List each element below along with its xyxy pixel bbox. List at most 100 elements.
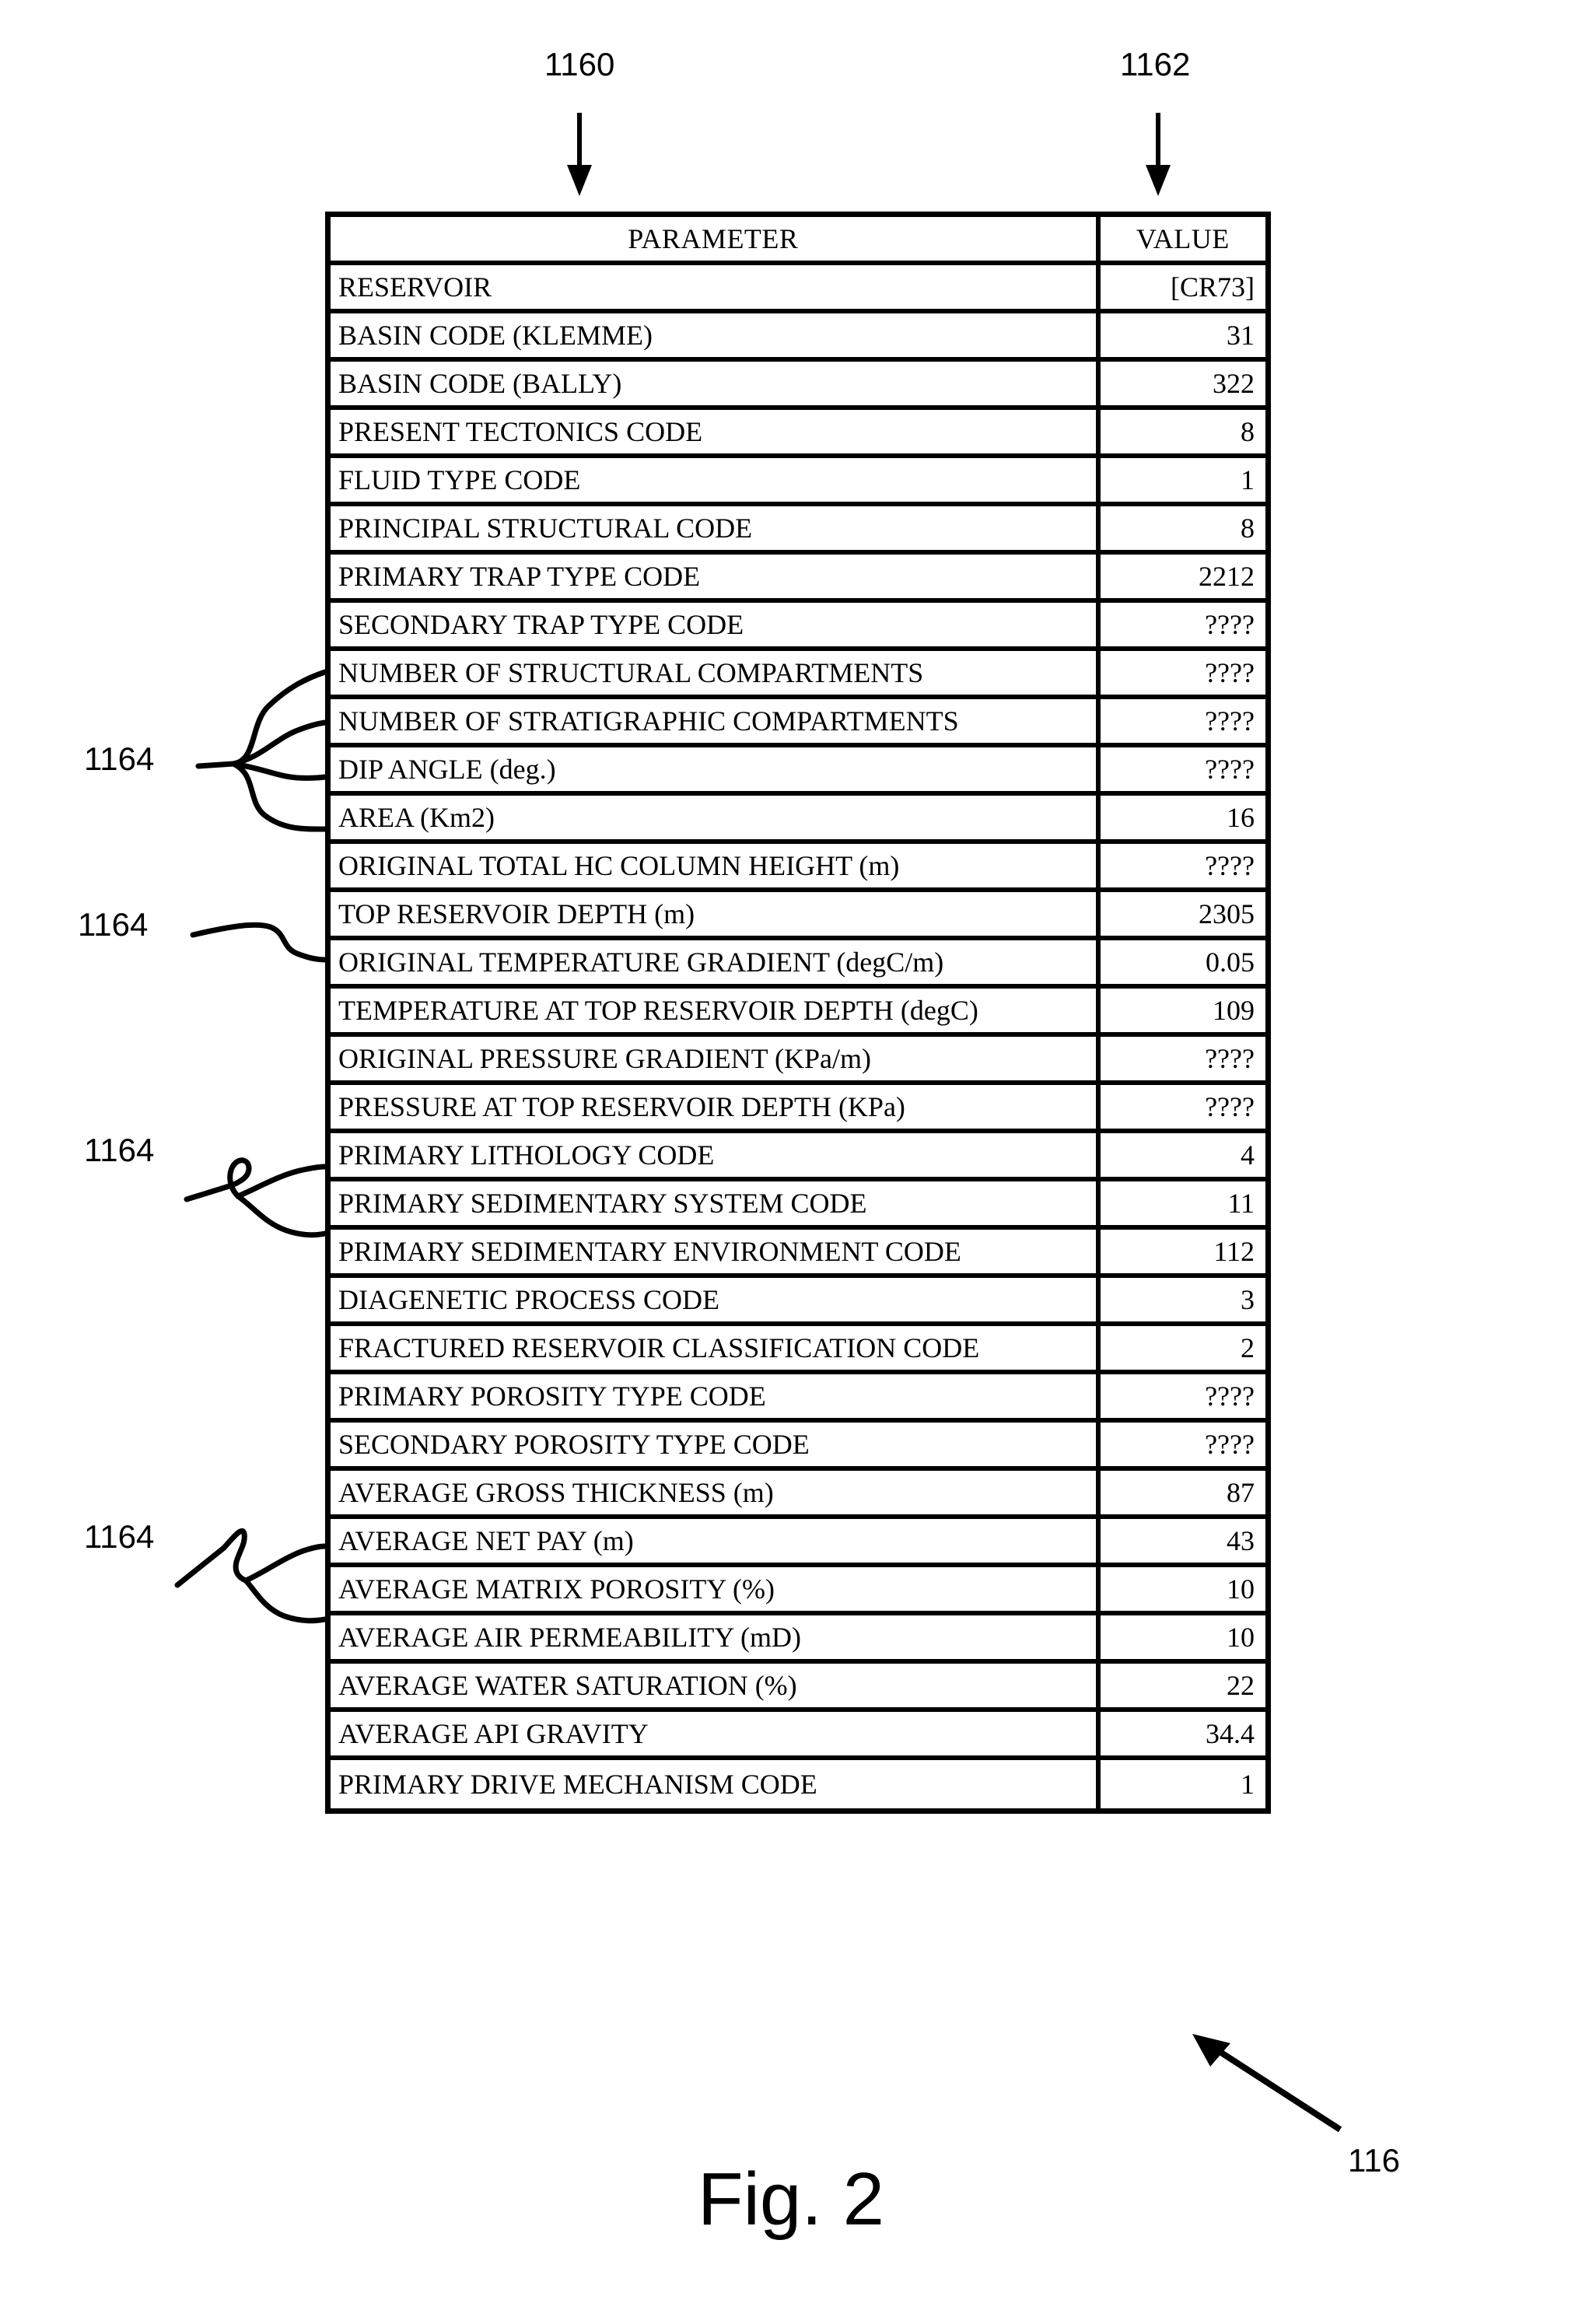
row-value: 4 [1100, 1133, 1265, 1181]
row-value: [CR73] [1100, 265, 1265, 313]
table-row: TOP RESERVOIR DEPTH (m) 2305 [331, 892, 1265, 940]
table-row: PRESENT TECTONICS CODE 8 [331, 410, 1265, 458]
callout-label-1164-group-2: 1164 [78, 906, 149, 943]
row-parameter-label: TEMPERATURE AT TOP RESERVOIR DEPTH (degC… [331, 989, 1101, 1037]
row-value: ???? [1100, 1423, 1265, 1471]
row-parameter-label: ORIGINAL TEMPERATURE GRADIENT (degC/m) [331, 940, 1101, 989]
row-parameter-label: PRIMARY POROSITY TYPE CODE [331, 1374, 1101, 1423]
row-parameter-label: SECONDARY TRAP TYPE CODE [331, 603, 1101, 651]
table-row: AVERAGE API GRAVITY 34.4 [331, 1712, 1265, 1760]
callout-label-1164-group-4: 1164 [84, 1518, 155, 1555]
row-parameter-label: TOP RESERVOIR DEPTH (m) [331, 892, 1101, 940]
table-row: AVERAGE NET PAY (m) 43 [331, 1519, 1265, 1567]
table-row: PRIMARY POROSITY TYPE CODE ???? [331, 1374, 1265, 1423]
table-row: BASIN CODE (KLEMME) 31 [331, 313, 1265, 362]
row-value: 322 [1100, 362, 1265, 410]
row-value: 22 [1100, 1664, 1265, 1712]
row-value: ???? [1100, 603, 1265, 651]
row-parameter-label: DIAGENETIC PROCESS CODE [331, 1278, 1101, 1326]
table-row: SECONDARY POROSITY TYPE CODE ???? [331, 1423, 1265, 1471]
row-value: 2305 [1100, 892, 1265, 940]
table-row: AVERAGE WATER SATURATION (%) 22 [331, 1664, 1265, 1712]
table-row: ORIGINAL PRESSURE GRADIENT (KPa/m) ???? [331, 1037, 1265, 1085]
row-value: 11 [1100, 1181, 1265, 1230]
row-parameter-label: BASIN CODE (BALLY) [331, 362, 1101, 410]
table-row: NUMBER OF STRUCTURAL COMPARTMENTS ???? [331, 651, 1265, 699]
table-row: PRESSURE AT TOP RESERVOIR DEPTH (KPa) ??… [331, 1085, 1265, 1133]
row-parameter-label: PRIMARY DRIVE MECHANISM CODE [331, 1760, 1101, 1808]
row-parameter-label: RESERVOIR [331, 265, 1101, 313]
row-value: 2212 [1100, 555, 1265, 603]
table-row: AVERAGE GROSS THICKNESS (m) 87 [331, 1471, 1265, 1519]
row-value: ???? [1100, 1374, 1265, 1423]
callout-label-1162: 1162 [1120, 46, 1191, 82]
row-parameter-label: AVERAGE AIR PERMEABILITY (mD) [331, 1615, 1101, 1664]
row-parameter-label: AVERAGE API GRAVITY [331, 1712, 1101, 1760]
row-parameter-label: AVERAGE WATER SATURATION (%) [331, 1664, 1101, 1712]
row-value: 16 [1100, 796, 1265, 844]
row-parameter-label: SECONDARY POROSITY TYPE CODE [331, 1423, 1101, 1471]
arrow-116 [1192, 2034, 1342, 2133]
table-row: ORIGINAL TEMPERATURE GRADIENT (degC/m) 0… [331, 940, 1265, 989]
leader-1164-group-1 [195, 669, 328, 832]
leader-1164-group-4 [174, 1528, 328, 1624]
row-parameter-label: PRESENT TECTONICS CODE [331, 410, 1101, 458]
header-cell-value: VALUE [1100, 217, 1265, 265]
row-parameter-label: AREA (Km2) [331, 796, 1101, 844]
table-row: RESERVOIR [CR73] [331, 265, 1265, 313]
row-parameter-label: PRESSURE AT TOP RESERVOIR DEPTH (KPa) [331, 1085, 1101, 1133]
table-body: PARAMETER VALUE RESERVOIR [CR73] BASIN C… [331, 217, 1265, 1808]
row-value: ???? [1100, 1085, 1265, 1133]
row-parameter-label: AVERAGE MATRIX POROSITY (%) [331, 1567, 1101, 1615]
row-parameter-label: FRACTURED RESERVOIR CLASSIFICATION CODE [331, 1326, 1101, 1374]
table-row: AVERAGE MATRIX POROSITY (%) 10 [331, 1567, 1265, 1615]
row-value: 43 [1100, 1519, 1265, 1567]
row-value: 3 [1100, 1278, 1265, 1326]
row-value: 2 [1100, 1326, 1265, 1374]
row-value: 87 [1100, 1471, 1265, 1519]
row-value: ???? [1100, 699, 1265, 747]
row-parameter-label: PRIMARY TRAP TYPE CODE [331, 555, 1101, 603]
row-parameter-label: PRIMARY LITHOLOGY CODE [331, 1133, 1101, 1181]
row-value: 112 [1100, 1230, 1265, 1278]
table-row: PRIMARY SEDIMENTARY SYSTEM CODE 11 [331, 1181, 1265, 1230]
row-parameter-label: BASIN CODE (KLEMME) [331, 313, 1101, 362]
table-row: PRIMARY LITHOLOGY CODE 4 [331, 1133, 1265, 1181]
table-row: BASIN CODE (BALLY) 322 [331, 362, 1265, 410]
row-value: 109 [1100, 989, 1265, 1037]
row-value: ???? [1100, 747, 1265, 796]
row-parameter-label: AVERAGE GROSS THICKNESS (m) [331, 1471, 1101, 1519]
row-parameter-label: FLUID TYPE CODE [331, 458, 1101, 506]
row-parameter-label: ORIGINAL TOTAL HC COLUMN HEIGHT (m) [331, 844, 1101, 892]
row-value: 8 [1100, 506, 1265, 555]
parameter-value-table: PARAMETER VALUE RESERVOIR [CR73] BASIN C… [325, 212, 1271, 1814]
row-value: 10 [1100, 1615, 1265, 1664]
arrow-1160 [567, 113, 592, 196]
arrow-1162 [1146, 113, 1171, 196]
table-row: PRIMARY SEDIMENTARY ENVIRONMENT CODE 112 [331, 1230, 1265, 1278]
row-parameter-label: NUMBER OF STRATIGRAPHIC COMPARTMENTS [331, 699, 1101, 747]
header-cell-parameter: PARAMETER [331, 217, 1101, 265]
table-row: TEMPERATURE AT TOP RESERVOIR DEPTH (degC… [331, 989, 1265, 1037]
row-parameter-label: PRIMARY SEDIMENTARY SYSTEM CODE [331, 1181, 1101, 1230]
row-value: 0.05 [1100, 940, 1265, 989]
table-row: AVERAGE AIR PERMEABILITY (mD) 10 [331, 1615, 1265, 1664]
row-value: 1 [1100, 458, 1265, 506]
row-value: 34.4 [1100, 1712, 1265, 1760]
table-row: PRIMARY TRAP TYPE CODE 2212 [331, 555, 1265, 603]
figure-caption: Fig. 2 [697, 2158, 885, 2241]
table-row: FLUID TYPE CODE 1 [331, 458, 1265, 506]
leader-1164-group-3 [184, 1157, 328, 1238]
row-parameter-label: AVERAGE NET PAY (m) [331, 1519, 1101, 1567]
row-value: 8 [1100, 410, 1265, 458]
row-value: 1 [1100, 1760, 1265, 1808]
row-parameter-label: ORIGINAL PRESSURE GRADIENT (KPa/m) [331, 1037, 1101, 1085]
row-value: ???? [1100, 1037, 1265, 1085]
table-row: SECONDARY TRAP TYPE CODE ???? [331, 603, 1265, 651]
row-parameter-label: PRIMARY SEDIMENTARY ENVIRONMENT CODE [331, 1230, 1101, 1278]
row-parameter-label: PRINCIPAL STRUCTURAL CODE [331, 506, 1101, 555]
row-value: ???? [1100, 844, 1265, 892]
table-row: DIAGENETIC PROCESS CODE 3 [331, 1278, 1265, 1326]
row-value: 10 [1100, 1567, 1265, 1615]
table-row: NUMBER OF STRATIGRAPHIC COMPARTMENTS ???… [331, 699, 1265, 747]
